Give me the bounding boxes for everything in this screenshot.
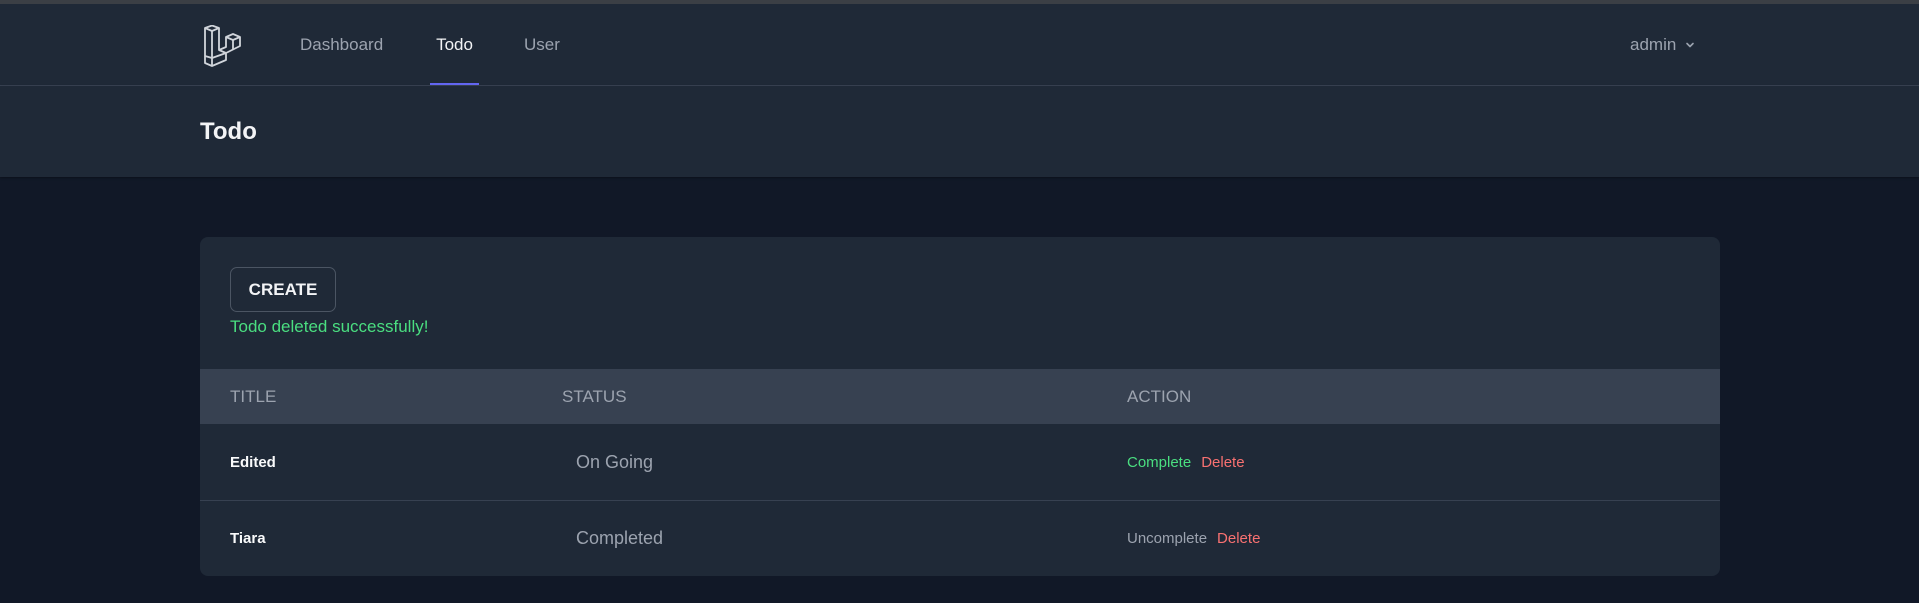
delete-link[interactable]: Delete xyxy=(1201,454,1244,471)
nav-link-user[interactable]: User xyxy=(524,4,560,85)
todo-card: CREATE Todo deleted successfully! TITLE … xyxy=(200,237,1720,576)
chevron-down-icon xyxy=(1686,42,1695,47)
todo-title: Tiara xyxy=(230,530,266,547)
nav-link-dashboard[interactable]: Dashboard xyxy=(300,4,383,85)
delete-link[interactable]: Delete xyxy=(1217,530,1260,547)
table-header: TITLE STATUS ACTION xyxy=(200,369,1720,424)
column-header-action: ACTION xyxy=(1127,386,1192,406)
top-navbar: Dashboard Todo User admin xyxy=(0,4,1919,86)
todo-status: Completed xyxy=(576,528,664,548)
column-header-status: STATUS xyxy=(562,386,627,406)
page-header: Todo xyxy=(0,86,1919,177)
laravel-logo-icon[interactable] xyxy=(203,24,243,67)
table-row: Edited On Going Complete Delete xyxy=(200,425,1720,501)
todo-status: On Going xyxy=(576,452,654,472)
todo-actions: Complete Delete xyxy=(1127,425,1245,500)
create-button[interactable]: CREATE xyxy=(230,267,336,312)
flash-success-message: Todo deleted successfully! xyxy=(230,317,429,336)
page-title: Todo xyxy=(200,117,257,145)
user-menu-label: admin xyxy=(1630,34,1677,54)
nav-link-user-label: User xyxy=(524,34,560,54)
table-row: Tiara Completed Uncomplete Delete xyxy=(200,501,1720,576)
user-menu-dropdown[interactable]: admin xyxy=(1630,4,1696,85)
todo-actions: Uncomplete Delete xyxy=(1127,501,1260,576)
todo-title: Edited xyxy=(230,454,276,471)
nav-link-dashboard-label: Dashboard xyxy=(300,34,384,54)
complete-link[interactable]: Complete xyxy=(1127,454,1191,471)
nav-link-todo[interactable]: Todo xyxy=(430,4,479,85)
nav-link-todo-label: Todo xyxy=(436,34,473,54)
column-header-title: TITLE xyxy=(230,386,277,406)
uncomplete-link[interactable]: Uncomplete xyxy=(1127,530,1207,547)
